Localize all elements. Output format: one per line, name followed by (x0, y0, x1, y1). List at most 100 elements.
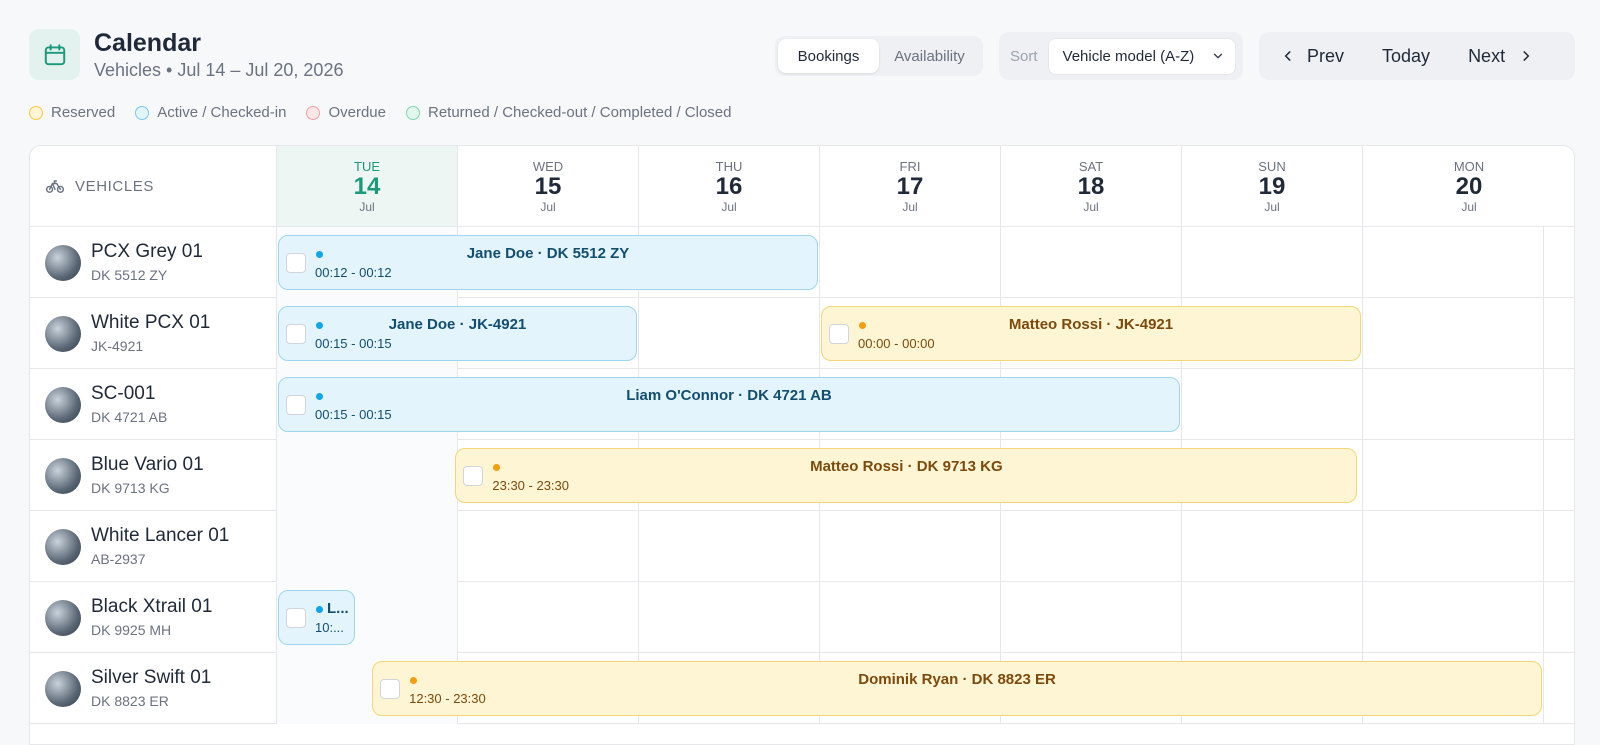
day-cell[interactable] (1363, 227, 1544, 298)
booking-bar[interactable]: Dominik Ryan · DK 8823 ER 12:30 - 23:30 (372, 661, 1542, 716)
status-dot (316, 606, 323, 613)
vehicle-name: PCX Grey 01 (91, 241, 203, 262)
today-button[interactable]: Today (1382, 46, 1430, 67)
booking-title: Dominik Ryan · DK 8823 ER (858, 671, 1056, 688)
day-cell[interactable] (458, 511, 639, 582)
legend-dot-overdue (306, 105, 321, 120)
day-cell[interactable] (1182, 582, 1363, 653)
day-cell[interactable] (639, 298, 820, 369)
day-month: Jul (902, 200, 918, 214)
legend-dot-reserved (29, 105, 43, 120)
vehicle-row: Black Xtrail 01 DK 9925 MH (30, 582, 1574, 653)
day-number: 14 (353, 173, 381, 200)
day-name: WED (532, 159, 564, 174)
vehicle-cell[interactable]: White Lancer 01 AB-2937 (30, 511, 277, 582)
booking-time: 12:30 - 23:30 (409, 691, 486, 706)
sort-select[interactable]: Vehicle model (A-Z) (1047, 37, 1236, 75)
day-cell[interactable] (458, 582, 639, 653)
chevron-left-icon (1281, 49, 1295, 63)
day-cell[interactable] (1363, 440, 1544, 511)
day-header-sat: SAT 18 Jul (1001, 146, 1182, 227)
legend-label: Overdue (328, 104, 386, 121)
day-cell[interactable] (1182, 227, 1363, 298)
day-number: 15 (534, 173, 562, 200)
sort-value: Vehicle model (A-Z) (1062, 47, 1195, 65)
next-button[interactable]: Next (1468, 46, 1533, 67)
day-cell[interactable] (1001, 582, 1182, 653)
vehicle-thumbnail (45, 387, 81, 423)
tab-bookings[interactable]: Bookings (778, 39, 879, 73)
day-number: 17 (896, 173, 924, 200)
booking-title: Matteo Rossi · DK 9713 KG (810, 458, 1003, 475)
next-label: Next (1468, 45, 1506, 66)
day-number: 19 (1258, 173, 1286, 200)
booking-bar[interactable]: L... 10:... (278, 590, 355, 645)
day-name: SUN (1258, 159, 1286, 174)
day-cell[interactable] (1001, 511, 1182, 582)
legend-dot-active (135, 105, 150, 120)
day-cell[interactable] (1363, 582, 1544, 653)
day-header-wed: WED 15 Jul (458, 146, 639, 227)
booking-title: Jane Doe · DK 5512 ZY (466, 245, 630, 262)
day-cell[interactable] (1363, 369, 1544, 440)
vehicle-name: Blue Vario 01 (91, 454, 204, 475)
vehicle-cell[interactable]: Blue Vario 01 DK 9713 KG (30, 440, 277, 511)
day-cell[interactable] (1182, 369, 1363, 440)
vehicle-cell[interactable]: Silver Swift 01 DK 8823 ER (30, 653, 277, 724)
day-name: FRI (899, 159, 921, 174)
bike-icon (45, 176, 65, 196)
status-legend: Reserved Active / Checked-in Overdue Ret… (29, 104, 751, 121)
day-number: 16 (715, 173, 743, 200)
vehicle-cell[interactable]: PCX Grey 01 DK 5512 ZY (30, 227, 277, 298)
day-month: Jul (1461, 200, 1477, 214)
vehicle-cell[interactable]: Black Xtrail 01 DK 9925 MH (30, 582, 277, 653)
booking-time: 00:12 - 00:12 (315, 265, 392, 280)
day-cell[interactable] (820, 511, 1001, 582)
day-cell[interactable] (1182, 511, 1363, 582)
vehicle-thumbnail (45, 529, 81, 565)
day-name: TUE (354, 159, 380, 174)
page-header: Calendar Vehicles • Jul 14 – Jul 20, 202… (29, 29, 1575, 85)
booking-bar[interactable]: Jane Doe · JK-4921 00:15 - 00:15 (278, 306, 637, 361)
vehicle-plate: JK-4921 (91, 338, 144, 354)
vehicle-plate: DK 5512 ZY (91, 267, 168, 283)
vehicle-thumbnail (45, 316, 81, 352)
day-cell[interactable] (277, 511, 458, 582)
page-title: Calendar (94, 29, 201, 57)
vehicle-row: White Lancer 01 AB-2937 (30, 511, 1574, 582)
legend-reserved: Reserved (29, 104, 115, 121)
vehicles-column-header: VEHICLES (30, 146, 277, 227)
day-cell[interactable] (1001, 227, 1182, 298)
day-cell[interactable] (277, 440, 458, 511)
chevron-down-icon (1211, 49, 1225, 67)
day-cell[interactable] (1363, 511, 1544, 582)
tab-availability[interactable]: Availability (879, 39, 980, 73)
vehicles-header-label: VEHICLES (75, 177, 154, 195)
day-header-mon: MON 20 Jul (1363, 146, 1574, 227)
booking-bar[interactable]: Matteo Rossi · JK-4921 00:00 - 00:00 (821, 306, 1361, 361)
legend-dot-returned (405, 105, 420, 120)
legend-active: Active / Checked-in (135, 104, 286, 121)
day-cell[interactable] (639, 582, 820, 653)
day-cell[interactable] (1363, 298, 1544, 369)
sort-label: Sort (1010, 47, 1038, 65)
date-navigation: Prev Today Next (1259, 32, 1575, 80)
day-cell[interactable] (820, 582, 1001, 653)
prev-button[interactable]: Prev (1281, 46, 1344, 67)
booking-bar[interactable]: Jane Doe · DK 5512 ZY 00:12 - 00:12 (278, 235, 818, 290)
vehicle-cell[interactable]: SC-001 DK 4721 AB (30, 369, 277, 440)
vehicle-name: White PCX 01 (91, 312, 211, 333)
booking-bar[interactable]: Liam O'Connor · DK 4721 AB 00:15 - 00:15 (278, 377, 1180, 432)
booking-bar[interactable]: Matteo Rossi · DK 9713 KG 23:30 - 23:30 (455, 448, 1358, 503)
vehicle-cell[interactable]: White PCX 01 JK-4921 (30, 298, 277, 369)
day-cell[interactable] (820, 227, 1001, 298)
booking-title: L... (327, 600, 349, 617)
booking-time: 10:... (315, 620, 344, 635)
day-cell[interactable] (639, 511, 820, 582)
day-header-tue: TUE 14 Jul (277, 146, 458, 227)
legend-returned: Returned / Checked-out / Completed / Clo… (405, 104, 731, 121)
vehicle-plate: DK 8823 ER (91, 693, 169, 709)
booking-checkbox[interactable] (286, 608, 306, 628)
sort-control: Sort Vehicle model (A-Z) (999, 32, 1243, 80)
day-month: Jul (1083, 200, 1099, 214)
